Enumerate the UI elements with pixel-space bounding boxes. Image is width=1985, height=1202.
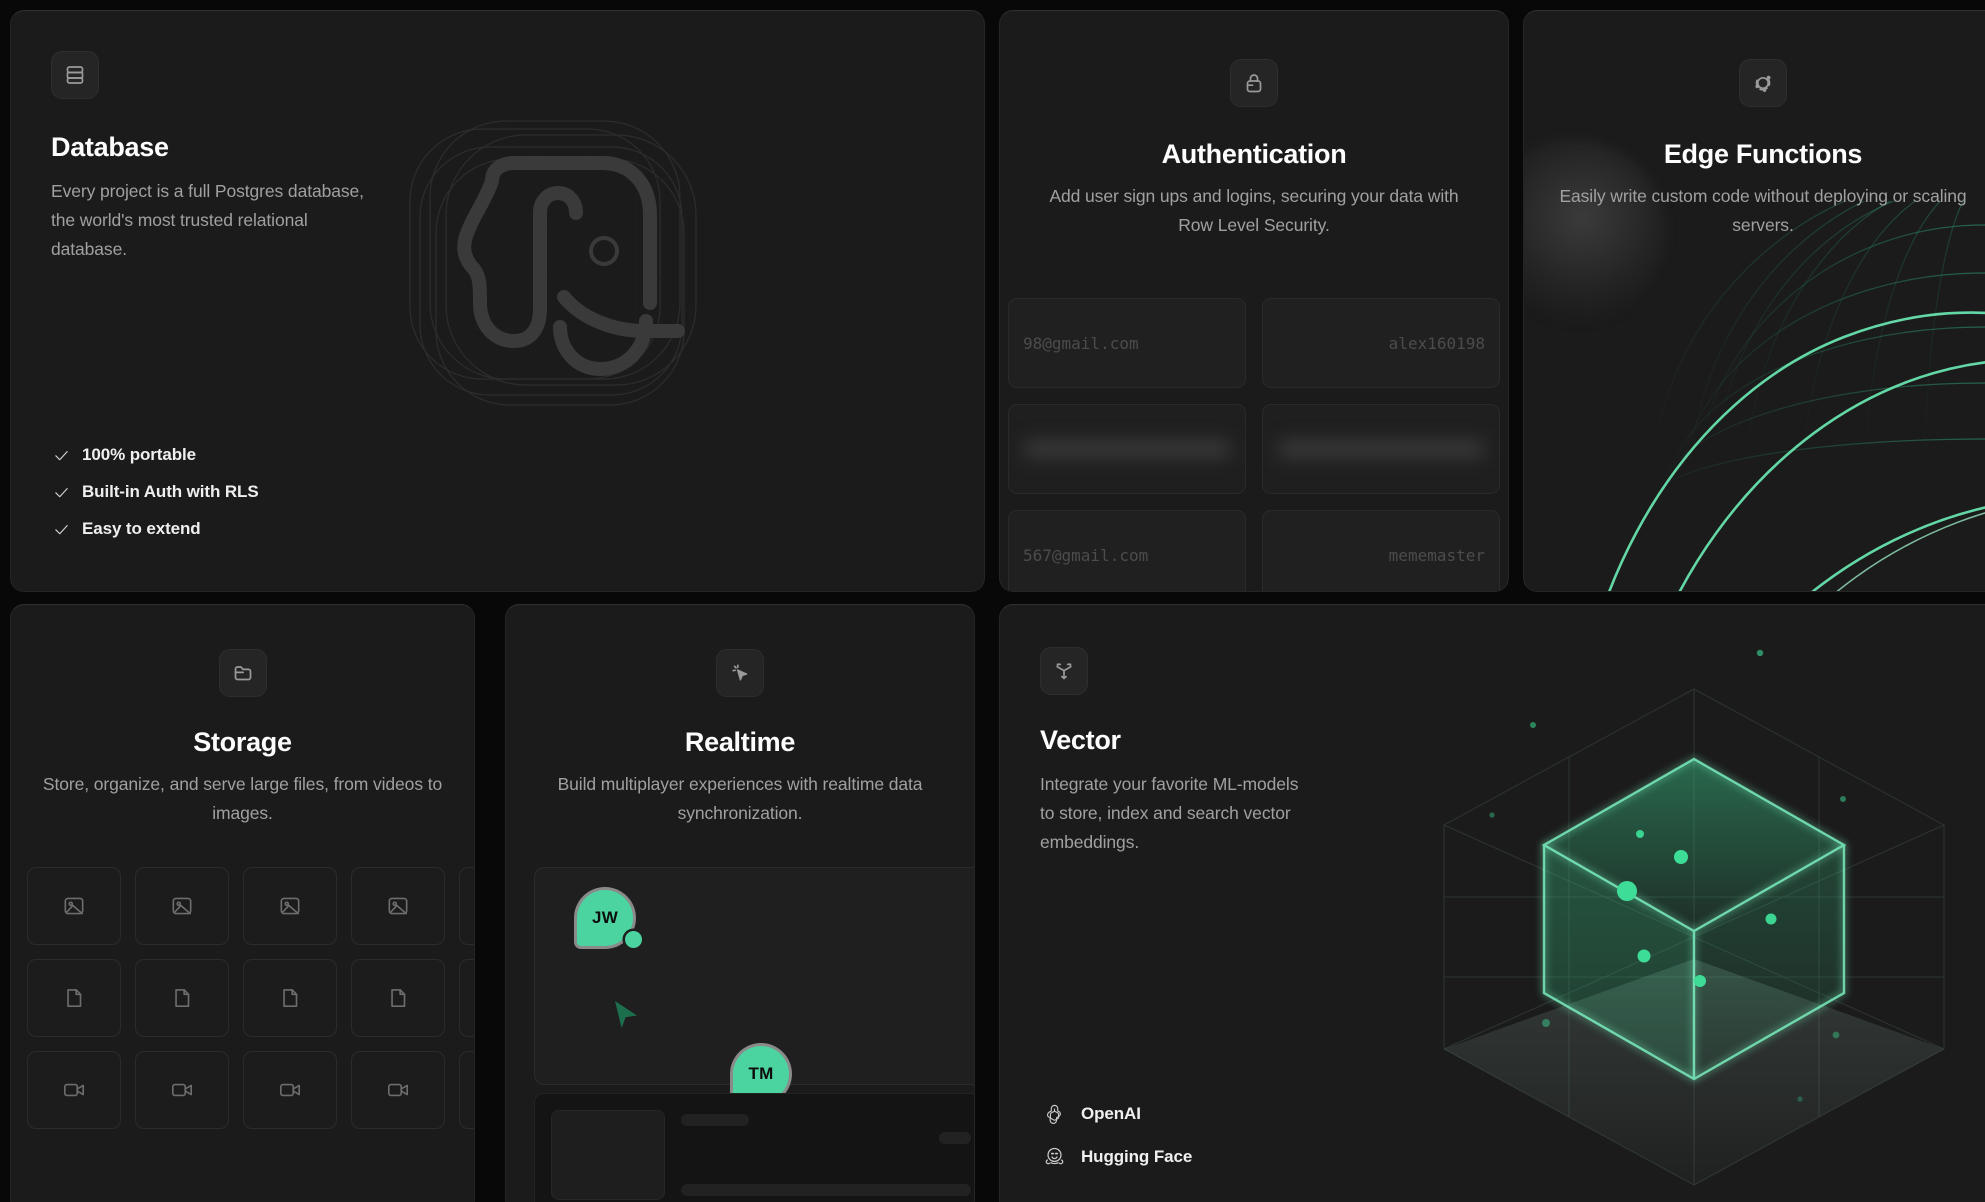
card-database[interactable]: Database Every project is a full Postgre…: [10, 10, 985, 592]
avatar[interactable]: JW: [577, 890, 642, 948]
list-item[interactable]: Hugging Face: [1042, 1144, 1192, 1169]
realtime-card-header: Realtime Build multiplayer experiences w…: [506, 605, 974, 828]
image-icon: [172, 897, 192, 915]
edge-functions-description: Easily write custom code without deployi…: [1559, 186, 1967, 235]
page-title: Authentication: [1161, 139, 1347, 169]
video-icon: [387, 1083, 409, 1097]
green-wireframe-globe: [1608, 201, 1985, 591]
check-icon: [55, 450, 68, 460]
message-thumbnail: [551, 1110, 665, 1200]
page-title: Realtime: [684, 727, 796, 757]
file-tile-image[interactable]: [243, 867, 337, 945]
cube-icon: [1040, 647, 1088, 695]
file-tile-image[interactable]: [459, 867, 474, 945]
table-cell: 567@gmail.com: [1008, 510, 1246, 591]
database-description: Every project is a full Postgres databas…: [51, 181, 364, 259]
list-item-label: Built-in Auth with RLS: [82, 482, 259, 501]
cursor-click-icon: [716, 649, 764, 697]
authentication-users-table: 98@gmail.com alex160198 567@gmail.com me…: [1008, 298, 1500, 591]
video-icon: [171, 1083, 193, 1097]
lock-icon: [1230, 59, 1278, 107]
cursor-pointer-icon: [613, 1000, 639, 1030]
file-tile-video[interactable]: [459, 1051, 474, 1129]
file-tile-video[interactable]: [27, 1051, 121, 1129]
database-feature-list: 100% portable Built-in Auth with RLS Eas…: [53, 445, 259, 539]
page-title: Edge Functions: [1663, 139, 1863, 169]
file-tile-document[interactable]: [243, 959, 337, 1037]
table-cell: [1262, 404, 1500, 494]
vector-integrations-list: OpenAI Hugging Face: [1042, 1101, 1192, 1169]
image-icon: [388, 897, 408, 915]
avatar-initials: JW: [592, 908, 618, 927]
card-vector[interactable]: Vector Integrate your favorite ML-models…: [999, 604, 1985, 1202]
image-icon: [64, 897, 84, 915]
page-title: Vector: [1040, 725, 1121, 755]
list-item-label: OpenAI: [1081, 1103, 1141, 1123]
placeholder-bar: [681, 1184, 971, 1196]
file-tile-document[interactable]: [351, 959, 445, 1037]
list-item: Easy to extend: [53, 519, 259, 539]
file-tile-document[interactable]: [135, 959, 229, 1037]
check-icon: [55, 487, 68, 497]
table-cell: 98@gmail.com: [1008, 298, 1246, 388]
check-icon: [55, 524, 68, 534]
file-tile-image[interactable]: [135, 867, 229, 945]
video-icon: [279, 1083, 301, 1097]
openai-logo: [1047, 1104, 1061, 1124]
feature-card-grid: Database Every project is a full Postgre…: [0, 0, 1985, 1202]
document-icon: [175, 989, 190, 1007]
vector-description: Integrate your favorite ML-models to sto…: [1040, 774, 1299, 852]
page-title: Database: [51, 132, 169, 162]
message-placeholder-lines: [681, 1110, 971, 1200]
file-tile-image[interactable]: [27, 867, 121, 945]
video-icon: [63, 1083, 85, 1097]
file-tile-video[interactable]: [243, 1051, 337, 1129]
hugging-face-logo: [1045, 1147, 1064, 1165]
card-realtime[interactable]: Realtime Build multiplayer experiences w…: [505, 604, 975, 1202]
image-icon: [280, 897, 300, 915]
table-cell: alex160198: [1262, 298, 1500, 388]
card-edge-functions[interactable]: Edge Functions Easily write custom code …: [1523, 10, 1985, 592]
list-item-label: 100% portable: [82, 445, 196, 464]
postgres-elephant-logo: [409, 120, 697, 406]
placeholder-bar: [939, 1132, 971, 1144]
authentication-description: Add user sign ups and logins, securing y…: [1049, 186, 1459, 235]
edge-functions-icon: [1739, 59, 1787, 107]
page-title: Storage: [193, 727, 292, 757]
avatar-initials: TM: [748, 1064, 774, 1083]
realtime-description: Build multiplayer experiences with realt…: [557, 774, 923, 823]
list-item: 100% portable: [53, 445, 259, 465]
placeholder-bar: [681, 1114, 749, 1126]
list-item-label: Hugging Face: [1081, 1146, 1193, 1166]
document-icon: [283, 989, 298, 1007]
file-tile-document[interactable]: [27, 959, 121, 1037]
folder-icon: [218, 649, 267, 697]
realtime-message-panel: [534, 1093, 974, 1202]
card-storage[interactable]: Storage Store, organize, and serve large…: [10, 604, 475, 1202]
authentication-card-header: Authentication Add user sign ups and log…: [1000, 11, 1508, 240]
list-item: Built-in Auth with RLS: [53, 482, 259, 502]
list-item[interactable]: OpenAI: [1042, 1101, 1192, 1126]
vector-card-header: Vector Integrate your favorite ML-models…: [1040, 647, 1300, 857]
realtime-presence-stage: JW TM: [534, 867, 974, 1102]
storage-description: Store, organize, and serve large files, …: [42, 774, 443, 823]
file-tile-document[interactable]: [459, 959, 474, 1037]
storage-card-header: Storage Store, organize, and serve large…: [11, 605, 474, 828]
isometric-vector-cube: [1443, 649, 1945, 1186]
document-icon: [391, 989, 406, 1007]
database-card-header: Database Every project is a full Postgre…: [51, 51, 381, 264]
table-cell: [1008, 404, 1246, 494]
table-cell: mememaster: [1262, 510, 1500, 591]
card-authentication[interactable]: Authentication Add user sign ups and log…: [999, 10, 1509, 592]
file-tile-image[interactable]: [351, 867, 445, 945]
document-icon: [67, 989, 82, 1007]
file-tile-video[interactable]: [135, 1051, 229, 1129]
storage-file-grid: [27, 867, 474, 1129]
database-icon: [51, 51, 99, 99]
file-tile-video[interactable]: [351, 1051, 445, 1129]
list-item-label: Easy to extend: [82, 519, 201, 538]
online-status-dot: [625, 931, 642, 948]
edge-functions-card-header: Edge Functions Easily write custom code …: [1524, 11, 1985, 240]
